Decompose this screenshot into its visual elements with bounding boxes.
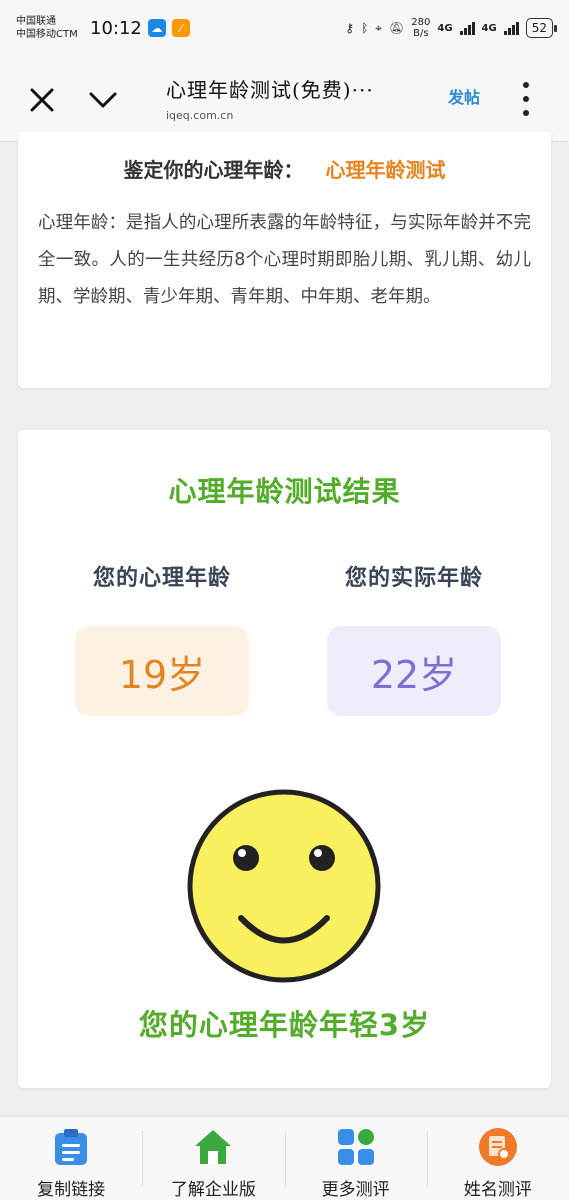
key-icon: ⚷	[345, 21, 355, 35]
enterprise-button[interactable]: 了解企业版	[142, 1117, 284, 1200]
result-summary: 您的心理年龄年轻3岁	[138, 1008, 431, 1042]
more-tests-button[interactable]: 更多测评	[284, 1117, 427, 1200]
carrier-1: 中国联通	[16, 16, 56, 27]
smiley-face-icon	[187, 789, 381, 983]
page: 中国联通 中国移动CTM 10:12 ☁ ⁄ ⚷ ᛒ ⌖ 🔕︎ 280 B/s …	[0, 0, 569, 1200]
nav-label-name-test: 姓名测评	[463, 1180, 532, 1200]
nav-label-enterprise: 了解企业版	[170, 1180, 256, 1200]
page-url: iqeq.com.cn	[166, 109, 234, 122]
carrier-info: 中国联通 中国移动CTM	[16, 15, 88, 41]
signal-icon	[459, 21, 475, 35]
psych-age-column: 您的心理年龄 19岁	[62, 560, 262, 716]
real-age-label: 您的实际年龄	[344, 566, 483, 591]
more-dot-icon	[523, 96, 529, 102]
intro-description: 心理年龄：是指人的心理所表露的年龄特征，与实际年龄并不完全一致。人的一生共经历8…	[38, 213, 531, 307]
status-bar: 中国联通 中国移动CTM 10:12 ☁ ⁄ ⚷ ᛒ ⌖ 🔕︎ 280 B/s …	[0, 0, 569, 56]
chevron-down-icon	[89, 92, 117, 108]
more-dot-icon	[523, 82, 529, 88]
grid-icon	[337, 1129, 374, 1165]
close-icon	[30, 88, 54, 112]
intro-heading-link: 心理年龄测试	[325, 158, 446, 182]
post-button[interactable]: 发帖	[448, 84, 480, 108]
copy-link-button[interactable]: 复制链接	[0, 1117, 142, 1200]
close-button[interactable]	[26, 84, 58, 116]
browser-top-bar: 心理年龄测试(免费)··· iqeq.com.cn 发帖	[0, 56, 569, 142]
net-speed: 280 B/s	[411, 17, 431, 39]
psych-age-label: 您的心理年龄	[92, 566, 231, 591]
mute-bell-icon: 🔕︎	[389, 21, 405, 35]
psych-age-value: 19岁	[75, 626, 249, 716]
more-dot-icon	[523, 110, 529, 116]
result-title: 心理年龄测试结果	[168, 475, 401, 508]
status-time: 10:12	[90, 17, 142, 39]
cloud-app-icon: ☁	[147, 19, 166, 37]
home-icon	[195, 1130, 232, 1164]
intro-heading-text: 鉴定你的心理年龄：	[123, 158, 304, 182]
clipboard-icon	[55, 1129, 88, 1165]
collapse-button[interactable]	[86, 84, 120, 116]
result-card: 心理年龄测试结果 您的心理年龄 19岁 您的实际年龄 22岁 您的心理年龄年轻3…	[18, 430, 551, 1088]
intro-card: 鉴定你的心理年龄： 心理年龄测试 心理年龄：是指人的心理所表露的年龄特征，与实际年…	[18, 132, 551, 388]
intro-heading: 鉴定你的心理年龄： 心理年龄测试	[18, 132, 551, 183]
status-icons: ⚷ ᛒ ⌖ 🔕︎ 280 B/s 4G 4G 52	[345, 17, 558, 39]
location-icon: ⌖	[375, 20, 383, 35]
signal-icon-2	[503, 21, 519, 35]
network-type-1: 4G	[437, 22, 453, 34]
page-title: 心理年龄测试(免费)···	[166, 78, 374, 102]
slash-app-icon: ⁄	[171, 19, 190, 37]
bottom-nav: 复制链接 了解企业版 更多测评 姓名测评	[0, 1116, 569, 1200]
nav-label-more-tests: 更多测评	[321, 1180, 390, 1200]
document-badge-icon	[478, 1128, 517, 1166]
network-type-2: 4G	[481, 22, 497, 34]
real-age-value: 22岁	[327, 626, 501, 716]
name-test-button[interactable]: 姓名测评	[426, 1117, 569, 1200]
title-block: 心理年龄测试(免费)··· iqeq.com.cn	[166, 74, 406, 122]
bluetooth-icon: ᛒ	[361, 21, 369, 35]
more-options-button[interactable]	[518, 82, 534, 116]
battery-indicator: 52	[525, 18, 558, 38]
real-age-column: 您的实际年龄 22岁	[314, 560, 514, 716]
carrier-2: 中国移动CTM	[16, 29, 78, 40]
nav-label-copy-link: 复制链接	[37, 1180, 106, 1200]
